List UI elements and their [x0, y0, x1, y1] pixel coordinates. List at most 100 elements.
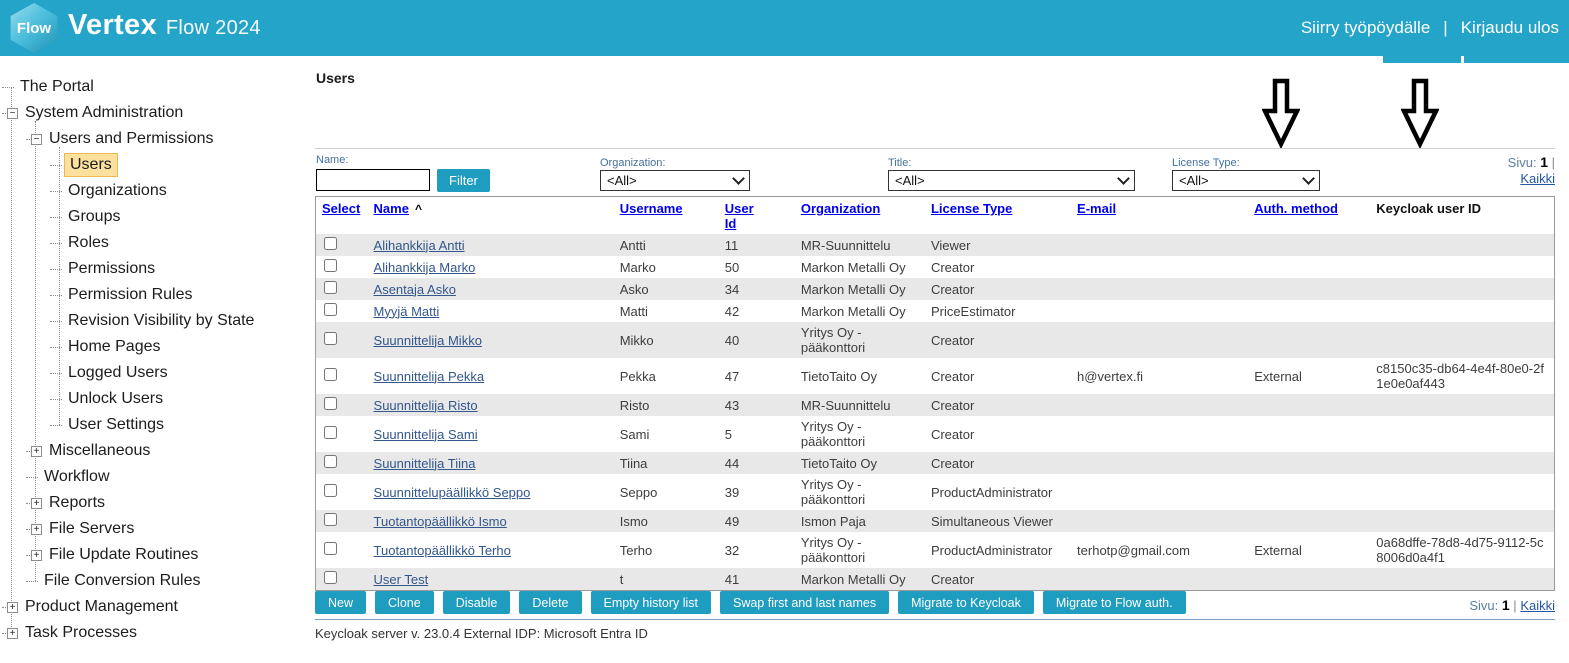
row-select-checkbox[interactable] [324, 542, 337, 555]
user-name-link[interactable]: User Test [374, 572, 429, 587]
organization-filter-label: Organization: [600, 157, 665, 169]
sidebar-item-file-conversion-rules[interactable]: File Conversion Rules [0, 568, 310, 594]
sidebar-item-system-administration[interactable]: −System Administration [0, 100, 310, 126]
title-filter-select[interactable]: <All> [888, 170, 1135, 191]
filter-button[interactable]: Filter [437, 169, 490, 192]
user-name-link[interactable]: Suunnittelija Pekka [374, 369, 485, 384]
action-button-new[interactable]: New [315, 591, 366, 614]
column-header-auth-method[interactable]: Auth. method [1254, 201, 1338, 216]
organization-filter-select[interactable]: <All> [600, 170, 750, 191]
sidebar-item-product-management[interactable]: +Product Management [0, 594, 310, 620]
go-to-desktop-link[interactable]: Siirry työpöydälle [1301, 18, 1430, 38]
user-id: 34 [719, 278, 795, 300]
name-filter-input[interactable] [316, 169, 430, 191]
sidebar-item-user-settings[interactable]: User Settings [0, 412, 310, 438]
user-keycloak-id [1370, 394, 1554, 416]
table-row: Suunnittelija PekkaPekka47TietoTaito OyC… [316, 358, 1555, 394]
row-select-checkbox[interactable] [324, 397, 337, 410]
row-select-checkbox[interactable] [324, 426, 337, 439]
table-row: Suunnittelija SamiSami5Yritys Oy - pääko… [316, 416, 1555, 452]
row-select-checkbox[interactable] [324, 513, 337, 526]
sidebar-item-home-pages[interactable]: Home Pages [0, 334, 310, 360]
user-name-link[interactable]: Alihankkija Marko [374, 260, 476, 275]
row-select-checkbox[interactable] [324, 259, 337, 272]
action-button-delete[interactable]: Delete [519, 591, 581, 614]
user-id: 43 [719, 394, 795, 416]
action-button-migrate-to-flow-auth[interactable]: Migrate to Flow auth. [1043, 591, 1186, 614]
expand-icon[interactable]: + [31, 524, 42, 535]
column-header-user-id[interactable]: User Id [725, 201, 761, 231]
user-license-type: Creator [925, 256, 1071, 278]
sidebar-item-reports[interactable]: +Reports [0, 490, 310, 516]
column-header-name[interactable]: Name [374, 201, 409, 216]
expand-icon[interactable]: + [31, 498, 42, 509]
sidebar-item-task-processes[interactable]: +Task Processes [0, 620, 310, 646]
column-header-username[interactable]: Username [620, 201, 683, 216]
row-select-checkbox[interactable] [324, 237, 337, 250]
action-button-clone[interactable]: Clone [375, 591, 434, 614]
license-type-filter-select[interactable]: <All> [1172, 170, 1320, 191]
sidebar-item-label: Workflow [41, 466, 113, 488]
user-name-link[interactable]: Tuotantopäällikkö Ismo [374, 514, 507, 529]
sidebar-item-file-servers[interactable]: +File Servers [0, 516, 310, 542]
sidebar-item-groups[interactable]: Groups [0, 204, 310, 230]
user-keycloak-id [1370, 278, 1554, 300]
action-button-migrate-to-keycloak[interactable]: Migrate to Keycloak [898, 591, 1034, 614]
sidebar-item-logged-users[interactable]: Logged Users [0, 360, 310, 386]
sidebar-item-permissions[interactable]: Permissions [0, 256, 310, 282]
column-header-organization[interactable]: Organization [801, 201, 880, 216]
user-username: Ismo [614, 510, 719, 532]
collapse-icon[interactable]: − [31, 134, 42, 145]
tree-connector [2, 633, 6, 634]
user-id: 47 [719, 358, 795, 394]
row-select-checkbox[interactable] [324, 571, 337, 584]
user-name-link[interactable]: Suunnittelupäällikkö Seppo [374, 485, 531, 500]
sidebar-item-miscellaneous[interactable]: +Miscellaneous [0, 438, 310, 464]
expand-icon[interactable]: + [7, 602, 18, 613]
action-button-swap-first-and-last-names[interactable]: Swap first and last names [720, 591, 889, 614]
name-filter-label: Name: [316, 154, 348, 166]
sidebar-item-users-and-permissions[interactable]: −Users and Permissions [0, 126, 310, 152]
expand-icon[interactable]: + [7, 628, 18, 639]
user-name-link[interactable]: Tuotantopäällikkö Terho [374, 543, 511, 558]
pagination-separator: | [1552, 155, 1555, 170]
user-auth-method [1248, 568, 1370, 591]
expand-icon[interactable]: + [31, 446, 42, 457]
row-select-checkbox[interactable] [324, 368, 337, 381]
user-name-link[interactable]: Asentaja Asko [374, 282, 456, 297]
user-name-link[interactable]: Suunnittelija Risto [374, 398, 478, 413]
user-name-link[interactable]: Suunnittelija Mikko [374, 333, 482, 348]
user-username: Terho [614, 532, 719, 568]
row-select-checkbox[interactable] [324, 281, 337, 294]
user-auth-method: External [1248, 532, 1370, 568]
sidebar-item-workflow[interactable]: Workflow [0, 464, 310, 490]
row-select-checkbox[interactable] [324, 484, 337, 497]
show-all-link[interactable]: Kaikki [1520, 171, 1555, 186]
sidebar-item-revision-visibility-by-state[interactable]: Revision Visibility by State [0, 308, 310, 334]
sidebar-item-organizations[interactable]: Organizations [0, 178, 310, 204]
column-header-email[interactable]: E-mail [1077, 201, 1116, 216]
column-header-select[interactable]: Select [322, 201, 360, 216]
user-name-link[interactable]: Myyjä Matti [374, 304, 440, 319]
sidebar-item-roles[interactable]: Roles [0, 230, 310, 256]
sidebar-item-the-portal[interactable]: The Portal [0, 74, 310, 100]
logout-link[interactable]: Kirjaudu ulos [1461, 18, 1559, 38]
tree-connector [26, 451, 30, 452]
user-name-link[interactable]: Alihankkija Antti [374, 238, 465, 253]
sidebar-item-permission-rules[interactable]: Permission Rules [0, 282, 310, 308]
action-button-empty-history-list[interactable]: Empty history list [591, 591, 711, 614]
sidebar-item-users[interactable]: Users [0, 152, 310, 178]
user-keycloak-id [1370, 300, 1554, 322]
action-button-disable[interactable]: Disable [443, 591, 511, 614]
user-name-link[interactable]: Suunnittelija Sami [374, 427, 478, 442]
show-all-link[interactable]: Kaikki [1520, 598, 1555, 613]
collapse-icon[interactable]: − [7, 108, 18, 119]
user-name-link[interactable]: Suunnittelija Tiina [374, 456, 476, 471]
row-select-checkbox[interactable] [324, 455, 337, 468]
column-header-license-type[interactable]: License Type [931, 201, 1012, 216]
row-select-checkbox[interactable] [324, 332, 337, 345]
sidebar-item-file-update-routines[interactable]: +File Update Routines [0, 542, 310, 568]
row-select-checkbox[interactable] [324, 303, 337, 316]
sidebar-item-unlock-users[interactable]: Unlock Users [0, 386, 310, 412]
expand-icon[interactable]: + [31, 550, 42, 561]
